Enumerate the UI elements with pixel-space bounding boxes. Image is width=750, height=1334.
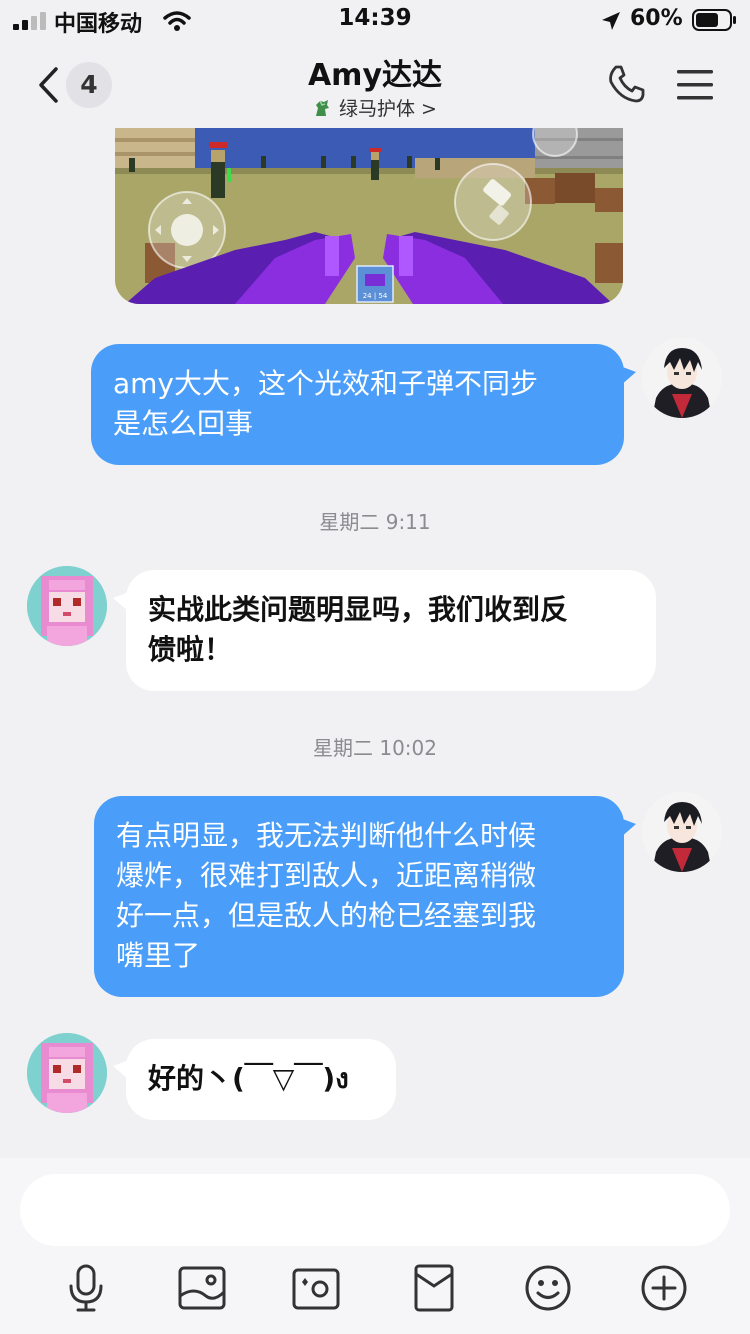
message-line: 好的丶(￣▽￣)ง [148, 1062, 349, 1095]
pixel-girl-avatar [27, 1033, 107, 1113]
message-line: 嘴里了 [116, 939, 201, 972]
message-line: amy大大，这个光效和子弹不同步 [113, 367, 539, 400]
bubble-tail [620, 818, 636, 838]
image-icon[interactable] [176, 1262, 228, 1314]
battery-icon [692, 9, 736, 31]
message-input[interactable] [20, 1174, 730, 1246]
message-bubble-self[interactable]: 有点明显，我无法判断他什么时候 爆炸，很难打到敌人，近距离稍微 好一点，但是敌人… [94, 796, 624, 997]
plus-icon[interactable] [638, 1262, 690, 1314]
menu-icon[interactable] [676, 68, 714, 102]
input-area [0, 1158, 750, 1334]
microphone-icon[interactable] [60, 1262, 112, 1314]
message-line: 是怎么回事 [113, 407, 254, 440]
message-line: 爆炸，很难打到敌人，近距离稍微 [116, 859, 537, 892]
timestamp: 星期二 10:02 [313, 736, 437, 760]
message-line: 实战此类问题明显吗，我们收到反 [148, 593, 569, 626]
message-bubble-other[interactable]: 好的丶(￣▽￣)ง [126, 1039, 396, 1120]
amy-avatar[interactable] [27, 1033, 107, 1113]
bubble-tail [620, 366, 636, 386]
chat-header: 4 Amy达达 绿马护体 > [0, 40, 750, 130]
location-arrow-icon [602, 12, 620, 30]
anime-boy-avatar [642, 338, 722, 418]
camera-icon[interactable] [290, 1262, 342, 1314]
message-bubble-self[interactable]: amy大大，这个光效和子弹不同步 是怎么回事 [91, 344, 624, 465]
battery-percent: 60% [630, 6, 683, 31]
ammo-counter: 24 | 54 [363, 292, 388, 300]
self-avatar[interactable] [642, 792, 722, 872]
game-scene: 24 | 54 [115, 128, 623, 304]
self-avatar[interactable] [642, 338, 722, 418]
status-bar: 中国移动 14:39 60% [0, 0, 750, 40]
timestamp: 星期二 9:11 [319, 510, 431, 534]
game-screenshot-image[interactable]: 24 | 54 [115, 128, 623, 304]
contact-status-text: 绿马护体 > [339, 98, 437, 120]
message-line: 有点明显，我无法判断他什么时候 [116, 819, 537, 852]
phone-icon[interactable] [606, 64, 646, 104]
pixel-girl-avatar [27, 566, 107, 646]
amy-avatar[interactable] [27, 566, 107, 646]
anime-boy-avatar [642, 792, 722, 872]
emoji-icon[interactable] [522, 1262, 574, 1314]
red-packet-icon[interactable] [408, 1262, 460, 1314]
message-line: 馈啦！ [148, 633, 233, 666]
message-line: 好一点，但是敌人的枪已经塞到我 [116, 899, 537, 932]
message-bubble-other[interactable]: 实战此类问题明显吗，我们收到反 馈啦！ [126, 570, 656, 691]
green-horse-icon [316, 100, 330, 116]
